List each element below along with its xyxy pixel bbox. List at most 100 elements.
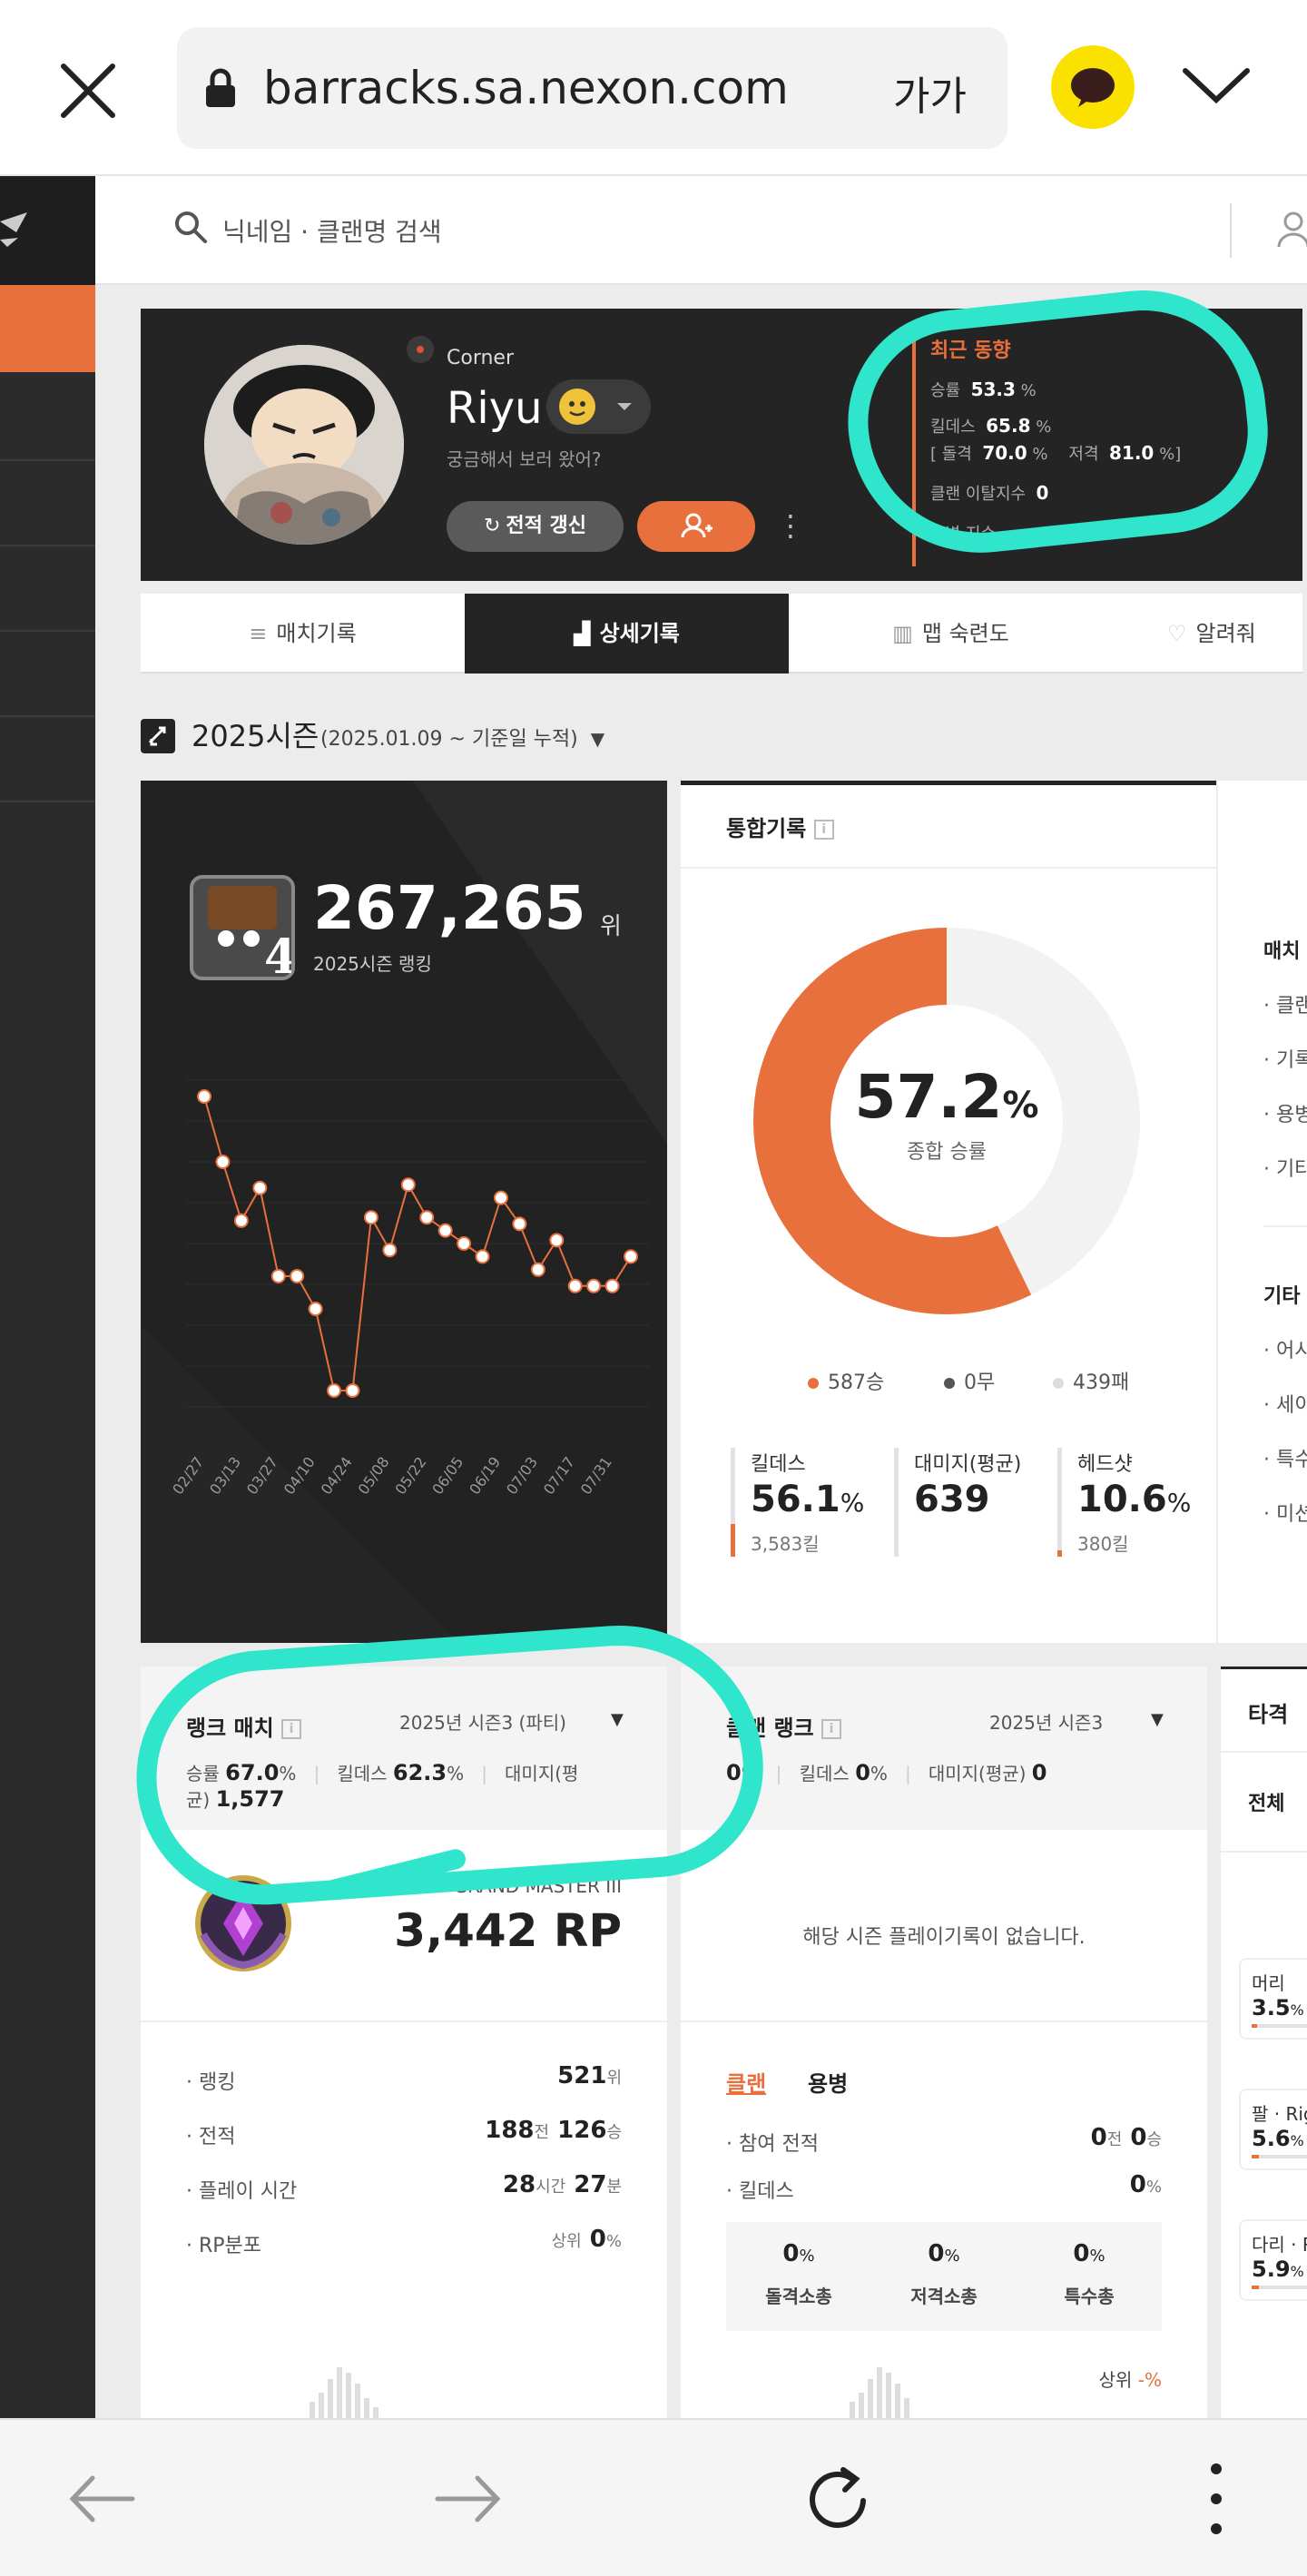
rank-data-point[interactable] — [233, 1213, 249, 1228]
hit-filter-all[interactable]: 전체 — [1248, 1787, 1284, 1816]
tab-map-proficiency[interactable]: ▥ 맵 숙련도 — [789, 594, 1113, 673]
tab-clan[interactable]: 클랜 — [726, 2066, 766, 2098]
search-input[interactable]: 닉네임 · 클랜명 검색 — [222, 212, 442, 249]
site-logo[interactable] — [0, 176, 95, 285]
tab-match-history[interactable]: ≡ 매치기록 — [141, 594, 465, 673]
more-options-icon[interactable]: ⋮ — [776, 508, 805, 543]
hit-panel-title: 타격 — [1248, 1702, 1289, 1727]
search-icon[interactable] — [172, 209, 209, 245]
close-tab-icon[interactable] — [56, 59, 120, 123]
rank-data-point[interactable] — [400, 1177, 416, 1193]
tab-mercenary[interactable]: 용병 — [808, 2066, 848, 2098]
weapon-sniper-label: 저격소총 — [910, 2286, 978, 2307]
playtime-value: 28시간 27분 — [502, 2171, 622, 2198]
sidebar-divider — [0, 801, 95, 802]
add-friend-button[interactable] — [637, 501, 755, 552]
rank-data-point[interactable] — [512, 1216, 527, 1232]
clan-rank-stats: 0% | 킬데스 0% | 대미지(평균) 0 — [726, 1760, 1047, 1785]
record-value: 188전 126승 — [485, 2117, 622, 2144]
weapon-special-label: 특수총 — [1064, 2286, 1115, 2307]
tab-tell-me[interactable]: ♡ 알려줘 — [1113, 594, 1307, 673]
overall-win-rate: 57.2% — [854, 1062, 1039, 1132]
player-tag: Corner — [447, 347, 515, 369]
list-icon: ≡ — [249, 621, 268, 646]
rank-data-point[interactable] — [252, 1180, 268, 1195]
rank-data-point[interactable] — [624, 1249, 638, 1264]
rank-data-point[interactable] — [363, 1210, 378, 1225]
browser-bottom-nav — [0, 2418, 1307, 2576]
rank-data-point[interactable] — [549, 1233, 565, 1248]
rank-data-point[interactable] — [586, 1278, 602, 1293]
rank-data-point[interactable] — [604, 1278, 620, 1293]
map-icon: ▥ — [892, 621, 913, 646]
back-arrow-icon[interactable] — [65, 2465, 138, 2532]
rank-data-point[interactable] — [345, 1383, 360, 1398]
rank-data-point[interactable] — [457, 1236, 472, 1251]
rank-data-point[interactable] — [530, 1262, 545, 1277]
total-record-panel: 통합기록 i 57.2% 종합 승률 587승 0무 439패 킬데스 56.1… — [681, 781, 1307, 1643]
sidebar-divider — [0, 545, 95, 546]
record-label: · 전적 — [186, 2126, 236, 2148]
text-size-button[interactable]: 가가 — [893, 64, 967, 122]
other-stats-heading: 기타 기 — [1263, 1285, 1307, 1308]
users-icon[interactable] — [1275, 209, 1307, 249]
rank-data-point[interactable] — [419, 1210, 435, 1225]
refresh-record-button[interactable]: ↻ 전적 갱신 — [447, 501, 624, 552]
forward-arrow-icon[interactable] — [432, 2465, 505, 2532]
rank-badge-dropdown[interactable] — [546, 379, 651, 434]
clan-season-select[interactable]: 2025년 시즌3 — [989, 1708, 1103, 1735]
stat-row: · 미션 — [1263, 1503, 1307, 1526]
tab-detailed-record[interactable]: ▟ 상세기록 — [465, 594, 789, 673]
x-tick-label: 06/05 — [428, 1453, 467, 1498]
hit-part-head: 머리 3.5% — [1239, 1958, 1307, 2040]
menu-dots-icon[interactable] — [1198, 2458, 1234, 2540]
x-tick-label: 02/27 — [169, 1453, 207, 1498]
season-subtitle[interactable]: (2025.01.09 ~ 기준일 누적) ▼ — [320, 723, 604, 752]
x-tick-label: 05/22 — [391, 1453, 429, 1498]
rank-data-point[interactable] — [437, 1223, 453, 1238]
caret-down-icon[interactable]: ▼ — [1151, 1710, 1164, 1729]
sidebar-item-active[interactable] — [0, 285, 95, 372]
hit-part-arm: 팔 · Right 5.6% — [1239, 2089, 1307, 2170]
weapon-assault-label: 돌격소총 — [765, 2286, 832, 2307]
rank-data-point[interactable] — [270, 1269, 286, 1283]
rank-data-point[interactable] — [215, 1155, 231, 1169]
weapon-assault-value: 0% — [782, 2240, 815, 2267]
x-tick-label: 06/19 — [466, 1453, 504, 1498]
clan-kd-value: 0% — [1129, 2171, 1162, 2198]
avatar — [204, 345, 404, 545]
reload-icon[interactable] — [803, 2461, 876, 2537]
rank-points: 3,442 RP — [394, 1904, 622, 1957]
chevron-down-icon[interactable] — [1180, 64, 1253, 109]
rank-data-point[interactable] — [382, 1243, 398, 1258]
rank-data-point[interactable] — [290, 1269, 305, 1283]
site-header: 닉네임 · 클랜명 검색 — [95, 176, 1307, 285]
url-text: barracks.sa.nexon.com — [263, 62, 789, 114]
total-record-title: 통합기록 i — [726, 811, 834, 842]
svg-text:4: 4 — [264, 929, 291, 977]
add-user-icon — [681, 513, 712, 538]
kakao-share-button[interactable] — [1051, 45, 1135, 129]
divider — [681, 2020, 1207, 2022]
profile-greeting: 궁금해서 보러 왔어? — [447, 448, 602, 470]
weapon-sniper-value: 0% — [928, 2240, 960, 2267]
legend-draws: 0무 — [944, 1366, 995, 1395]
stat-row: · 어시 — [1263, 1340, 1307, 1362]
rank-data-point[interactable] — [197, 1089, 211, 1104]
season-toggle-icon[interactable] — [141, 719, 175, 753]
season-rank-panel: 4 267,265 위 2025시즌 랭킹 02/27 03/13 03/27 04/… — [141, 781, 667, 1643]
rank-data-point[interactable] — [308, 1302, 323, 1316]
address-bar[interactable]: barracks.sa.nexon.com 가가 — [177, 27, 1007, 149]
rank-data-point[interactable] — [567, 1278, 583, 1293]
rank-data-point[interactable] — [493, 1190, 508, 1205]
match-stats-heading: 매치 기 — [1263, 940, 1307, 963]
info-icon[interactable]: i — [813, 820, 834, 840]
clan-distribution-histogram — [850, 2367, 909, 2420]
season-title[interactable]: 2025시즌 — [192, 713, 319, 755]
hit-part-leg: 다리 · Right 5.9% — [1239, 2219, 1307, 2301]
clan-kd-label: · 킬데스 — [726, 2180, 794, 2203]
rank-data-point[interactable] — [327, 1383, 342, 1398]
ranking-label: · 랭킹 — [186, 2071, 236, 2094]
profile-card: Corner Riyu 궁금해서 보러 왔어? ↻ 전적 갱신 ⋮ 최근 동향 승… — [141, 278, 1302, 581]
rank-data-point[interactable] — [475, 1249, 490, 1264]
